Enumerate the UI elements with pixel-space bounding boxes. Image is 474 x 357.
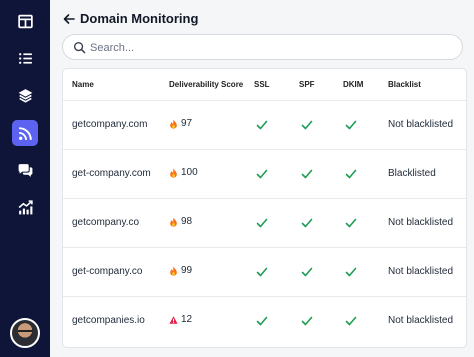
page-title: Domain Monitoring bbox=[80, 11, 199, 26]
spf-check-icon bbox=[301, 169, 313, 179]
ssl-check-icon bbox=[256, 316, 268, 326]
table-row[interactable]: getcompanies.io 12 Not blacklisted bbox=[63, 297, 466, 346]
rss-icon bbox=[18, 126, 32, 140]
table-row[interactable]: get-company.com 100 Blacklisted bbox=[63, 150, 466, 199]
blacklist-status: Not blacklisted bbox=[388, 217, 454, 228]
ssl-check-icon bbox=[256, 267, 268, 277]
domain-name[interactable]: getcompany.co bbox=[72, 217, 139, 228]
spf-check-icon bbox=[301, 316, 313, 326]
spf-check-icon bbox=[301, 218, 313, 228]
avatar-glasses bbox=[18, 330, 33, 334]
blacklist-status: Blacklisted bbox=[388, 168, 436, 179]
domain-name[interactable]: getcompany.com bbox=[72, 119, 147, 130]
sidebar-item-analytics[interactable] bbox=[12, 194, 38, 220]
domain-name[interactable]: get-company.co bbox=[72, 266, 142, 277]
sidebar-item-list[interactable] bbox=[12, 45, 38, 71]
sidebar bbox=[0, 0, 50, 357]
app: Domain Monitoring Name Deliverability Sc… bbox=[0, 0, 474, 357]
ssl-check-icon bbox=[256, 218, 268, 228]
fire-icon bbox=[170, 216, 177, 227]
score-value: 98 bbox=[181, 216, 193, 227]
score-value: 100 bbox=[181, 167, 198, 178]
blacklist-status: Not blacklisted bbox=[388, 266, 454, 277]
table-row[interactable]: getcompany.com 97 Not blacklisted bbox=[63, 101, 466, 150]
fire-icon bbox=[170, 167, 177, 178]
domain-name[interactable]: getcompanies.io bbox=[72, 315, 145, 326]
column-header-ssl[interactable]: SSL bbox=[254, 80, 270, 89]
column-header-dkim[interactable]: DKIM bbox=[343, 80, 363, 89]
score-value: 99 bbox=[181, 265, 193, 276]
spf-check-icon bbox=[301, 120, 313, 130]
score-value: 12 bbox=[181, 314, 193, 325]
column-header-spf[interactable]: SPF bbox=[299, 80, 315, 89]
search-bar[interactable] bbox=[62, 34, 463, 60]
sidebar-item-domain-monitoring[interactable] bbox=[12, 120, 38, 146]
deliverability-score: 97 bbox=[169, 118, 192, 129]
sidebar-item-dashboard[interactable] bbox=[12, 8, 38, 34]
deliverability-score: 98 bbox=[169, 216, 192, 227]
dkim-check-icon bbox=[345, 218, 357, 228]
score-value: 97 bbox=[181, 118, 193, 129]
fire-icon bbox=[170, 118, 177, 129]
dkim-check-icon bbox=[345, 316, 357, 326]
layers-icon bbox=[18, 88, 32, 103]
user-avatar[interactable] bbox=[10, 318, 40, 348]
dkim-check-icon bbox=[345, 169, 357, 179]
spf-check-icon bbox=[301, 267, 313, 277]
sidebar-item-messages[interactable] bbox=[12, 157, 38, 183]
column-header-deliverability-score[interactable]: Deliverability Score bbox=[169, 80, 243, 89]
dkim-check-icon bbox=[345, 267, 357, 277]
table-row[interactable]: getcompany.co 98 Not blacklisted bbox=[63, 199, 466, 248]
table-layout-icon bbox=[17, 14, 33, 28]
column-header-blacklist[interactable]: Blacklist bbox=[388, 80, 421, 89]
trending-up-chart-icon bbox=[18, 199, 33, 214]
blacklist-status: Not blacklisted bbox=[388, 119, 454, 130]
column-header-name[interactable]: Name bbox=[72, 80, 94, 89]
back-arrow-icon[interactable] bbox=[62, 12, 76, 26]
ssl-check-icon bbox=[256, 169, 268, 179]
blacklist-status: Not blacklisted bbox=[388, 315, 454, 326]
ssl-check-icon bbox=[256, 120, 268, 130]
table-header: Name Deliverability Score SSL SPF DKIM B… bbox=[63, 69, 466, 101]
table-row[interactable]: get-company.co 99 Not blacklisted bbox=[63, 248, 466, 297]
warning-icon bbox=[169, 315, 178, 324]
sidebar-item-layers[interactable] bbox=[12, 82, 38, 108]
domain-name[interactable]: get-company.com bbox=[72, 168, 151, 179]
search-input[interactable] bbox=[90, 39, 450, 56]
chat-icon bbox=[18, 163, 32, 177]
fire-icon bbox=[170, 265, 177, 276]
list-icon bbox=[18, 52, 32, 64]
domains-table: Name Deliverability Score SSL SPF DKIM B… bbox=[62, 68, 467, 348]
deliverability-score: 99 bbox=[169, 265, 192, 276]
deliverability-score: 12 bbox=[169, 314, 192, 325]
search-icon bbox=[73, 41, 86, 54]
deliverability-score: 100 bbox=[169, 167, 198, 178]
dkim-check-icon bbox=[345, 120, 357, 130]
